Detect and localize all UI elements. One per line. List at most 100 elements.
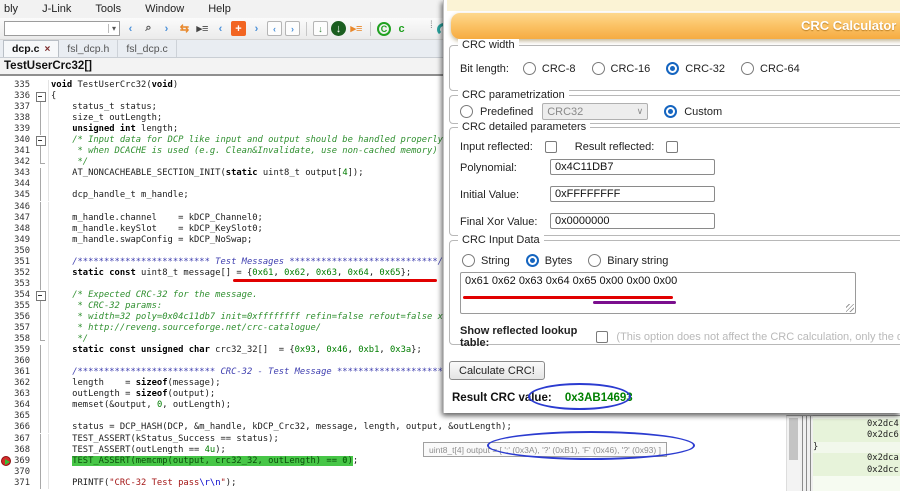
fold-margin[interactable] (34, 334, 49, 345)
disassembly-row[interactable]: } (813, 442, 900, 453)
next-item-icon[interactable]: › (249, 21, 264, 36)
line-number[interactable]: 354 (0, 290, 34, 301)
input-reflected-checkbox[interactable] (545, 141, 557, 153)
fold-margin[interactable] (34, 445, 49, 456)
line-number[interactable]: 344 (0, 179, 34, 190)
fold-margin[interactable] (34, 124, 49, 135)
input-data-radio-string[interactable] (462, 254, 475, 267)
tab-fsl_dcp-h[interactable]: fsl_dcp.h (59, 40, 118, 57)
line-number[interactable]: 348 (0, 224, 34, 235)
line-number[interactable]: 338 (0, 113, 34, 124)
fold-margin[interactable] (34, 467, 49, 478)
menu-item-window[interactable]: Window (145, 3, 184, 15)
line-number[interactable]: 364 (0, 400, 34, 411)
result-reflected-checkbox[interactable] (666, 141, 678, 153)
crc-width-radio-crc-32[interactable] (666, 62, 679, 75)
disassembly-row[interactable]: 0x2dc4 (813, 419, 900, 430)
line-number[interactable]: 361 (0, 367, 34, 378)
fold-margin[interactable] (34, 356, 49, 367)
fold-margin[interactable] (34, 345, 49, 356)
line-number[interactable]: 337 (0, 102, 34, 113)
code-text[interactable]: static const uint8_t message[] = {0x61, … (49, 268, 411, 278)
line-number[interactable]: 370 (0, 467, 34, 478)
line-number[interactable]: 343 (0, 168, 34, 179)
code-text[interactable] (49, 246, 51, 256)
line-number[interactable]: 342 (0, 157, 34, 168)
breakpoint-icon[interactable] (1, 456, 11, 466)
line-number[interactable]: 341 (0, 146, 34, 157)
code-text[interactable]: /************************** CRC-32 - Tes… (49, 367, 443, 377)
reset-icon[interactable]: C (377, 22, 391, 36)
line-number[interactable]: 368 (0, 445, 34, 456)
disassembly-row[interactable]: 0x2dcc (813, 465, 900, 476)
fold-margin[interactable] (34, 157, 49, 168)
code-text[interactable]: * http://reveng.sourceforge.net/crc-cata… (49, 323, 321, 333)
run-list-icon[interactable]: ▸≡ (349, 21, 364, 36)
input-data-radio-binary-string[interactable] (588, 254, 601, 267)
code-text[interactable]: { (49, 91, 56, 101)
scrollbar-thumb[interactable] (789, 418, 798, 460)
code-line[interactable]: 366 status = DCP_HASH(DCP, &m_handle, kD… (0, 422, 900, 433)
toolbar-overflow-icon[interactable]: ⁞ (430, 20, 432, 31)
download-file-icon[interactable]: ↓ (313, 21, 328, 36)
fold-margin[interactable] (34, 213, 49, 224)
fold-margin[interactable] (34, 389, 49, 400)
fold-margin[interactable] (34, 323, 49, 334)
line-number[interactable]: 357 (0, 323, 34, 334)
fold-margin[interactable] (34, 246, 49, 257)
code-text[interactable]: TEST_ASSERT(outLength == 4u); (49, 445, 226, 455)
code-text[interactable] (49, 411, 51, 421)
fold-margin[interactable] (34, 102, 49, 113)
code-text[interactable]: * CRC-32 params: (49, 301, 162, 311)
refresh-icon[interactable]: c (394, 21, 409, 36)
code-text[interactable]: m_handle.channel = kDCP_Channel0; (49, 213, 263, 223)
menu-item-j-link[interactable]: J-Link (42, 3, 71, 15)
prev-item-icon[interactable]: ‹ (213, 21, 228, 36)
fold-margin[interactable] (34, 179, 49, 190)
input-data-textarea[interactable]: 0x61 0x62 0x63 0x64 0x65 0x00 0x00 0x00 (460, 272, 856, 314)
download-target-icon[interactable]: ↓ (331, 21, 346, 36)
code-text[interactable] (49, 279, 51, 289)
fold-margin[interactable] (34, 367, 49, 378)
fold-margin[interactable] (34, 135, 49, 146)
swap-arrows-icon[interactable]: ⇆ (177, 21, 192, 36)
fold-margin[interactable] (34, 80, 49, 91)
line-number[interactable]: 353 (0, 279, 34, 290)
menu-item-tools[interactable]: Tools (95, 3, 121, 15)
crc-width-radio-crc-64[interactable] (741, 62, 754, 75)
crc-width-radio-crc-8[interactable] (523, 62, 536, 75)
code-text[interactable]: * width=32 poly=0x04c11db7 init=0xffffff… (49, 312, 443, 322)
line-number[interactable]: 356 (0, 312, 34, 323)
code-text[interactable]: PRINTF("CRC-32 Test pass\r\n"); (49, 478, 236, 488)
line-number[interactable]: 345 (0, 190, 34, 201)
dropdown-caret-icon[interactable]: ▾ (108, 24, 119, 33)
fold-margin[interactable] (34, 279, 49, 290)
code-text[interactable]: */ (49, 334, 88, 344)
code-text[interactable]: length = sizeof(message); (49, 378, 221, 388)
fold-margin[interactable] (34, 224, 49, 235)
code-line[interactable]: 371 PRINTF("CRC-32 Test pass\r\n"); (0, 478, 900, 489)
code-text[interactable]: status = DCP_HASH(DCP, &m_handle, kDCP_C… (49, 422, 512, 432)
line-number[interactable]: 336 (0, 91, 34, 102)
fold-margin[interactable] (34, 411, 49, 422)
pane-splitter[interactable] (800, 415, 813, 491)
breakpoint-shield-icon[interactable]: + (231, 21, 246, 36)
code-line[interactable]: 365 (0, 411, 900, 422)
menu-item-bly[interactable]: bly (4, 3, 18, 15)
fold-margin[interactable] (34, 257, 49, 268)
line-number[interactable]: 365 (0, 411, 34, 422)
disassembly-row[interactable]: 0x2dca (813, 453, 900, 464)
code-text[interactable]: * when DCACHE is used (e.g. Clean&Invali… (49, 146, 438, 156)
initial-value-input[interactable] (550, 186, 715, 202)
code-text[interactable]: memset(&output, 0, outLength); (49, 400, 231, 410)
navigate-forward-icon[interactable]: › (159, 21, 174, 36)
fold-margin[interactable] (34, 290, 49, 301)
predefined-select[interactable]: CRC32 ∨ (542, 103, 648, 120)
code-text[interactable]: /* Expected CRC-32 for the message. (49, 290, 258, 300)
address-combobox[interactable]: ▾ (4, 21, 120, 36)
code-text[interactable]: AT_NONCACHEABLE_SECTION_INIT(static uint… (49, 168, 364, 178)
line-number[interactable]: 352 (0, 268, 34, 279)
code-text[interactable] (49, 467, 51, 477)
disassembly-row[interactable]: 0x2dc6 (813, 430, 900, 441)
code-text[interactable]: TEST_ASSERT(memcmp(output, crc32_32, out… (49, 456, 358, 466)
